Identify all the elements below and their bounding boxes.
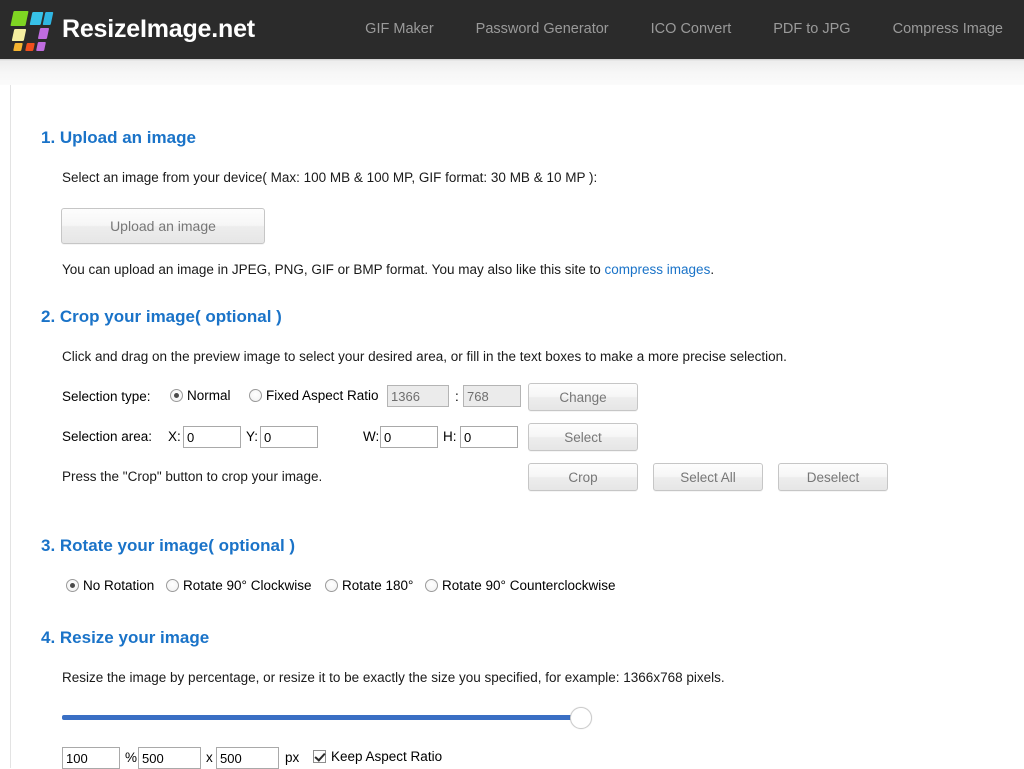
upload-note-text-2: . [710,262,715,277]
crop-button[interactable]: Crop [528,463,638,491]
logo-tile-5 [37,27,50,39]
section-heading-upload: 1. Upload an image [41,128,196,147]
nav-password-generator[interactable]: Password Generator [455,0,630,59]
nav-pdf-to-jpg[interactable]: PDF to JPG [752,0,871,59]
logo-tile-8 [36,41,46,51]
slider-knob[interactable] [570,707,592,729]
aspect-ratio-height-input[interactable] [463,385,521,407]
radio-fixed-ratio-indicator-icon [249,389,262,402]
resize-width-input[interactable] [138,747,201,769]
radio-rotate-indicator-icon-4 [425,579,438,592]
aspect-ratio-width-input[interactable] [387,385,449,407]
dimension-times-label: x [206,750,213,765]
selection-y-input[interactable] [260,426,318,448]
resize-percent-input[interactable] [62,747,120,769]
slider-track[interactable] [62,715,581,720]
section-heading-resize: 4. Resize your image [41,628,210,647]
mosaic-logo-icon [10,10,54,51]
logo-tile-3 [42,11,54,25]
deselect-button[interactable]: Deselect [778,463,888,491]
radio-fixed-ratio-label: Fixed Aspect Ratio [266,388,379,403]
px-unit-label: px [285,750,300,765]
selection-h-label: H: [443,429,457,444]
percent-unit-label: % [125,750,138,765]
select-button[interactable]: Select [528,423,638,451]
keep-aspect-ratio-checkbox[interactable]: Keep Aspect Ratio [313,749,442,764]
selection-w-label: W: [363,429,380,444]
logo-tile-1 [10,10,29,26]
crop-instruction: Click and drag on the preview image to s… [62,349,787,364]
main-content: 1. Upload an image Select an image from … [10,85,1024,769]
nav-gif-maker[interactable]: GIF Maker [344,0,454,59]
selection-y-label: Y: [246,429,259,444]
nav-compress-image[interactable]: Compress Image [872,0,1024,59]
selection-area-label: Selection area: [62,429,153,444]
radio-normal-label: Normal [187,388,231,403]
compress-images-link[interactable]: compress images [605,262,711,277]
change-button[interactable]: Change [528,383,638,411]
radio-selection-type-fixed-aspect-ratio[interactable]: Fixed Aspect Ratio [249,388,379,403]
radio-rotate-label-1: No Rotation [83,578,155,593]
nav-ico-convert[interactable]: ICO Convert [630,0,753,59]
resize-percentage-slider[interactable] [62,707,592,729]
radio-rotate-option-2[interactable]: Rotate 90° Clockwise [166,578,311,593]
crop-press-note: Press the "Crop" button to crop your ima… [62,469,323,484]
selection-x-label: X: [168,429,181,444]
site-header: ResizeImage.net GIF Maker Password Genera… [0,0,1024,59]
radio-rotate-option-1[interactable]: No Rotation [66,578,154,593]
radio-rotate-indicator-icon-1 [66,579,79,592]
upload-an-image-button[interactable]: Upload an image [61,208,265,244]
logo-tile-2 [29,11,44,25]
radio-normal-indicator-icon [170,389,183,402]
section-heading-rotate: 3. Rotate your image( optional ) [41,536,296,555]
brand-logo-link[interactable]: ResizeImage.net [0,10,255,51]
section-heading-crop: 2. Crop your image( optional ) [41,307,282,326]
header-shadow-band [0,59,1024,85]
upload-format-note: You can upload an image in JPEG, PNG, GI… [62,262,714,277]
radio-rotate-option-3[interactable]: Rotate 180° [325,578,413,593]
keep-aspect-ratio-label: Keep Aspect Ratio [331,749,443,764]
radio-rotate-label-3: Rotate 180° [342,578,414,593]
main-nav: GIF Maker Password Generator ICO Convert PD… [344,0,1024,59]
select-all-button[interactable]: Select All [653,463,763,491]
radio-rotate-label-4: Rotate 90° Counterclockwise [442,578,616,593]
selection-type-label: Selection type: [62,389,151,404]
resize-instruction: Resize the image by percentage, or resiz… [62,670,725,685]
logo-tile-7 [25,42,35,51]
radio-rotate-indicator-icon-3 [325,579,338,592]
resize-height-input[interactable] [216,747,279,769]
checkbox-check-icon [313,750,326,763]
radio-selection-type-normal[interactable]: Normal [170,388,231,403]
radio-rotate-indicator-icon-2 [166,579,179,592]
radio-rotate-option-4[interactable]: Rotate 90° Counterclockwise [425,578,615,593]
brand-name: ResizeImage.net [62,15,255,43]
logo-tile-4 [11,28,27,41]
selection-h-input[interactable] [460,426,518,448]
aspect-ratio-separator: : [455,389,459,404]
radio-rotate-label-2: Rotate 90° Clockwise [183,578,312,593]
upload-note-text-1: You can upload an image in JPEG, PNG, GI… [62,262,605,277]
logo-tile-6 [13,42,23,51]
selection-w-input[interactable] [380,426,438,448]
upload-instruction: Select an image from your device( Max: 1… [62,170,598,185]
selection-x-input[interactable] [183,426,241,448]
